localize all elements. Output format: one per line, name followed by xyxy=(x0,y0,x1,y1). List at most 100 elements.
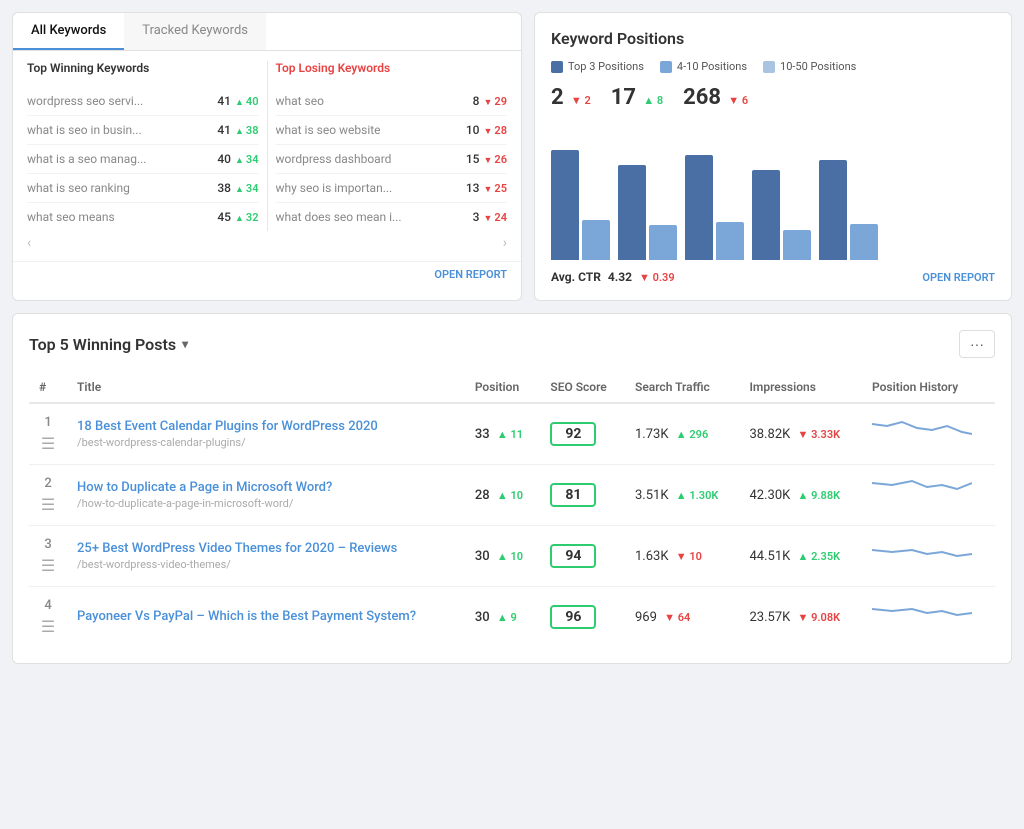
stat-top3-change: ▼ 2 xyxy=(571,94,591,107)
list-item: what is a seo manag... 4034 xyxy=(27,145,259,174)
winning-header: Top Winning Keywords xyxy=(27,61,259,79)
position-cell: 28 ▲ 10 xyxy=(465,465,541,526)
col-header-position: Position xyxy=(465,372,541,403)
legend-label-10-50: 10-50 Positions xyxy=(780,60,856,73)
seo-score-badge: 96 xyxy=(550,605,596,629)
bar-light xyxy=(716,222,744,260)
post-title-link[interactable]: How to Duplicate a Page in Microsoft Wor… xyxy=(77,480,455,495)
traffic-value: 3.51K xyxy=(635,488,669,503)
row-number: 3 xyxy=(44,537,51,552)
winning-col: Top Winning Keywords wordpress seo servi… xyxy=(27,61,259,231)
kw-change: 29 xyxy=(484,95,508,108)
kw-name: what does seo mean i... xyxy=(276,210,402,224)
bar-dark xyxy=(551,150,579,260)
post-url: /best-wordpress-calendar-plugins/ xyxy=(77,436,455,449)
kw-change: 25 xyxy=(484,182,508,195)
positions-footer: Avg. CTR 4.32 ▼ 0.39 OPEN REPORT xyxy=(551,270,995,284)
stat-10-50-change: ▼ 6 xyxy=(728,94,748,107)
avg-ctr-change: ▼ 0.39 xyxy=(639,271,675,284)
tab-all-keywords[interactable]: All Keywords xyxy=(13,13,124,50)
chart-area xyxy=(551,120,995,260)
traffic-value: 1.73K xyxy=(635,427,669,442)
impressions-cell: 42.30K ▲ 9.88K xyxy=(739,465,862,526)
kw-change: 24 xyxy=(484,211,508,224)
position-cell: 30 ▲ 9 xyxy=(465,587,541,648)
positions-legend: Top 3 Positions 4-10 Positions 10-50 Pos… xyxy=(551,60,995,73)
impressions-change-up: ▲ 2.35K xyxy=(798,550,841,563)
position-stats: 2 ▼ 2 17 ▲ 8 268 ▼ 6 xyxy=(551,85,995,110)
post-title-link[interactable]: Payoneer Vs PayPal – Which is the Best P… xyxy=(77,609,455,624)
position-cell: 30 ▲ 10 xyxy=(465,526,541,587)
kw-change: 34 xyxy=(235,182,259,195)
more-button[interactable]: ··· xyxy=(959,330,995,358)
row-num-cell: 4 ☰ xyxy=(29,587,67,648)
post-doc-icon: ☰ xyxy=(41,617,55,636)
impressions-change-up: ▲ 9.88K xyxy=(798,489,841,502)
seo-score-badge: 92 xyxy=(550,422,596,446)
position-change-up: ▲ 11 xyxy=(497,428,523,441)
kw-change: 38 xyxy=(235,124,259,137)
traffic-cell: 1.63K ▼ 10 xyxy=(625,526,739,587)
sparkline-chart xyxy=(872,597,972,633)
posts-title[interactable]: Top 5 Winning Posts ▾ xyxy=(29,335,188,354)
list-item: what seo means 4532 xyxy=(27,203,259,231)
col-header-title: Title xyxy=(67,372,465,403)
impressions-value: 44.51K xyxy=(749,549,790,564)
list-item: why seo is importan... 13 25 xyxy=(276,174,508,203)
losing-header: Top Losing Keywords xyxy=(276,61,508,79)
seo-score-cell: 92 xyxy=(540,403,625,465)
kw-pos: 10 xyxy=(466,123,480,137)
post-title-cell: How to Duplicate a Page in Microsoft Wor… xyxy=(67,465,465,526)
kw-name: what seo xyxy=(276,94,324,108)
keywords-open-report[interactable]: OPEN REPORT xyxy=(13,261,521,287)
col-divider xyxy=(267,61,268,231)
bar-light xyxy=(649,225,677,260)
kw-pos: 8 xyxy=(473,94,480,108)
list-item: what does seo mean i... 3 24 xyxy=(276,203,508,231)
list-item: what is seo in busin... 4138 xyxy=(27,116,259,145)
row-number: 1 xyxy=(44,415,51,430)
seo-score-badge: 81 xyxy=(550,483,596,507)
position-change-up: ▲ 9 xyxy=(497,611,517,624)
history-cell xyxy=(862,403,995,465)
traffic-change-up: ▲ 296 xyxy=(676,428,708,441)
list-item: what is seo website 1028 xyxy=(276,116,508,145)
scroll-right-icon[interactable]: › xyxy=(503,235,507,251)
kw-change: 32 xyxy=(235,211,259,224)
kw-name: what is seo website xyxy=(276,123,381,137)
posts-title-text: Top 5 Winning Posts xyxy=(29,335,176,354)
bar-dark xyxy=(618,165,646,260)
impressions-cell: 44.51K ▲ 2.35K xyxy=(739,526,862,587)
post-title-link[interactable]: 18 Best Event Calendar Plugins for WordP… xyxy=(77,419,455,434)
traffic-value: 1.63K xyxy=(635,549,669,564)
col-header-num: # xyxy=(29,372,67,403)
position-change-up: ▲ 10 xyxy=(497,489,523,502)
scroll-left-icon[interactable]: ‹ xyxy=(27,235,31,251)
bar-group-5 xyxy=(819,160,878,260)
kw-pos: 13 xyxy=(466,181,480,195)
post-doc-icon: ☰ xyxy=(41,434,55,453)
kw-pos: 38 xyxy=(217,181,231,195)
seo-score-cell: 94 xyxy=(540,526,625,587)
legend-label-top3: Top 3 Positions xyxy=(568,60,644,73)
post-doc-icon: ☰ xyxy=(41,495,55,514)
kw-name: why seo is importan... xyxy=(276,181,393,195)
sparkline-chart xyxy=(872,414,972,450)
post-title-link[interactable]: 25+ Best WordPress Video Themes for 2020… xyxy=(77,541,455,556)
kw-pos: 3 xyxy=(473,210,480,224)
bar-dark xyxy=(819,160,847,260)
history-cell xyxy=(862,526,995,587)
tab-tracked-keywords[interactable]: Tracked Keywords xyxy=(124,13,266,50)
traffic-change-down: ▼ 64 xyxy=(664,611,690,624)
bar-light xyxy=(582,220,610,260)
legend-item-4-10: 4-10 Positions xyxy=(660,60,747,73)
positions-open-report[interactable]: OPEN REPORT xyxy=(922,271,995,284)
keywords-panel: All Keywords Tracked Keywords Top Winnin… xyxy=(12,12,522,301)
traffic-value: 969 xyxy=(635,610,657,625)
seo-score-badge: 94 xyxy=(550,544,596,568)
keywords-content: Top Winning Keywords wordpress seo servi… xyxy=(13,51,521,261)
row-num-cell: 1 ☰ xyxy=(29,403,67,465)
impressions-change-down: ▼ 3.33K xyxy=(798,428,841,441)
kw-pos: 15 xyxy=(466,152,480,166)
positions-panel-title: Keyword Positions xyxy=(551,29,995,48)
